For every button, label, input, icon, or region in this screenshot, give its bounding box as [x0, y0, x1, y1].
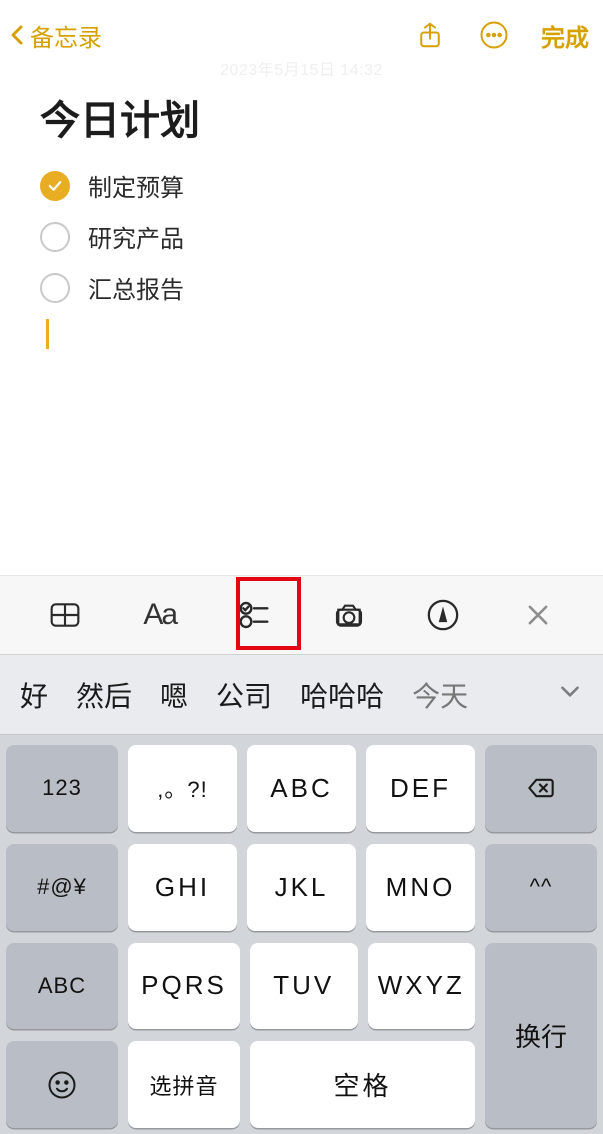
key-jkl[interactable]: JKL: [247, 844, 356, 931]
checklist-item[interactable]: 制定预算: [40, 160, 563, 211]
table-button[interactable]: [35, 590, 95, 640]
candidate-word[interactable]: 嗯: [160, 675, 188, 715]
key-space[interactable]: 空格: [250, 1041, 475, 1128]
key-tuv[interactable]: TUV: [250, 943, 358, 1030]
key-numbers[interactable]: 123: [6, 745, 118, 832]
camera-button[interactable]: [319, 590, 379, 640]
text-cursor: [46, 319, 49, 349]
key-abc[interactable]: ABC: [247, 745, 356, 832]
checkbox-empty-icon[interactable]: [40, 222, 70, 252]
share-button[interactable]: [413, 18, 447, 52]
key-grid: 123 ,。?! ABC DEF #@¥ GHI JKL MNO ^^ ABC …: [0, 735, 603, 1134]
close-toolbar-button[interactable]: [508, 590, 568, 640]
checklist-item[interactable]: 汇总报告: [40, 262, 563, 313]
back-button[interactable]: 备忘录: [6, 18, 102, 53]
keyboard: 好 然后 嗯 公司 哈哈哈 今天 123 ,。?! ABC DEF #@¥ GH…: [0, 655, 603, 1134]
expand-candidates-button[interactable]: [557, 678, 583, 711]
candidate-bar: 好 然后 嗯 公司 哈哈哈 今天: [0, 655, 603, 735]
candidate-word[interactable]: 然后: [76, 675, 132, 715]
key-pqrs[interactable]: PQRS: [128, 943, 240, 1030]
checkbox-empty-icon[interactable]: [40, 273, 70, 303]
markup-button[interactable]: [413, 590, 473, 640]
key-punct[interactable]: ,。?!: [128, 745, 237, 832]
note-title[interactable]: 今日计划: [40, 88, 563, 146]
key-shift[interactable]: ABC: [6, 943, 118, 1030]
key-emoji[interactable]: [6, 1041, 118, 1128]
text-style-button[interactable]: Aa: [130, 590, 190, 640]
checklist-button[interactable]: [224, 590, 284, 640]
candidate-word[interactable]: 好: [20, 675, 48, 715]
key-mno[interactable]: MNO: [366, 844, 475, 931]
done-button[interactable]: 完成: [541, 18, 589, 53]
candidate-word[interactable]: 今天: [412, 675, 468, 715]
checklist-item[interactable]: 研究产品: [40, 211, 563, 262]
key-face[interactable]: ^^: [485, 844, 597, 931]
key-symbols[interactable]: #@¥: [6, 844, 118, 931]
checklist-item-text[interactable]: 研究产品: [88, 219, 184, 254]
candidate-word[interactable]: 公司: [216, 675, 272, 715]
back-label: 备忘录: [30, 18, 102, 53]
chevron-left-icon: [6, 23, 30, 47]
note-timestamp: 2023年5月15日 14:32: [0, 56, 603, 80]
key-def[interactable]: DEF: [366, 745, 475, 832]
key-return[interactable]: 换行: [485, 943, 597, 1129]
key-pinyin[interactable]: 选拼音: [128, 1041, 240, 1128]
key-backspace[interactable]: [485, 745, 597, 832]
checklist-item-text[interactable]: 制定预算: [88, 168, 184, 203]
checkbox-checked-icon[interactable]: [40, 171, 70, 201]
candidate-word[interactable]: 哈哈哈: [300, 675, 384, 715]
format-toolbar: Aa: [0, 575, 603, 655]
nav-actions: 完成: [413, 18, 589, 53]
key-wxyz[interactable]: WXYZ: [368, 943, 476, 1030]
note-body[interactable]: 今日计划 制定预算研究产品汇总报告: [0, 80, 603, 349]
checklist-item-text[interactable]: 汇总报告: [88, 270, 184, 305]
key-ghi[interactable]: GHI: [128, 844, 237, 931]
more-button[interactable]: [477, 18, 511, 52]
